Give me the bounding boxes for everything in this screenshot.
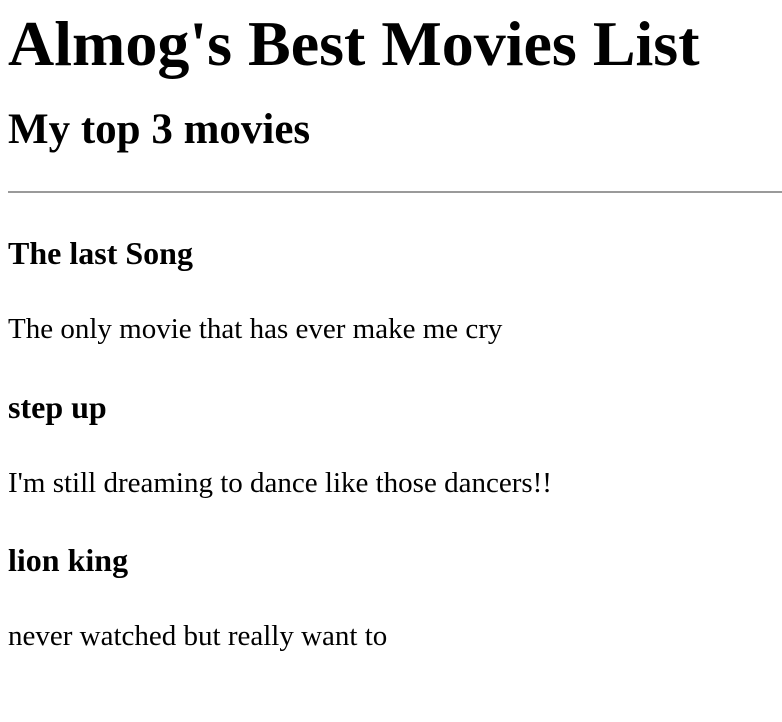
page-content: Almog's Best Movies List My top 3 movies…: [0, 0, 782, 652]
movie-description: I'm still dreaming to dance like those d…: [8, 467, 552, 499]
movie-description: The only movie that has ever make me cry: [8, 313, 503, 345]
movie-list: The last Song The only movie that has ev…: [8, 193, 782, 652]
movie-item: step up I'm still dreaming to dance like…: [8, 345, 782, 499]
page-title: Almog's Best Movies List: [8, 8, 700, 79]
movie-item: The last Song The only movie that has ev…: [8, 193, 782, 345]
movie-title: lion king: [8, 542, 129, 578]
movie-title: The last Song: [8, 235, 193, 271]
movie-item: lion king never watched but really want …: [8, 499, 782, 652]
page-subtitle: My top 3 movies: [8, 106, 311, 153]
movie-description: never watched but really want to: [8, 620, 388, 652]
movie-title: step up: [8, 389, 107, 425]
